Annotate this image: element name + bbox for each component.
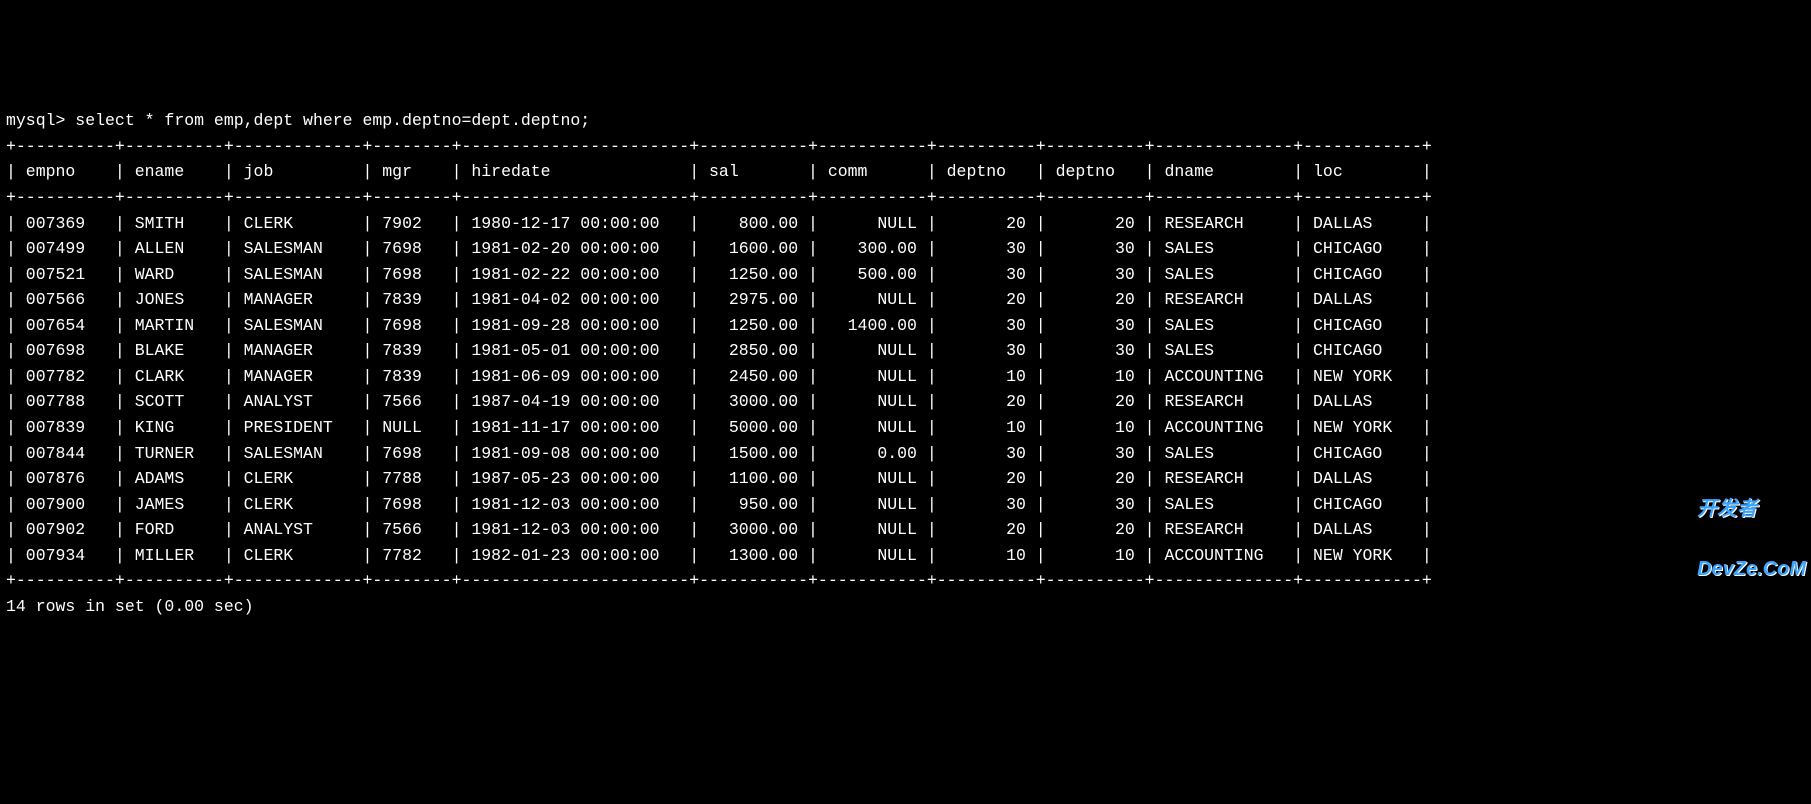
mysql-terminal-output: mysql> select * from emp,dept where emp.… <box>6 108 1805 619</box>
watermark: 开发者 DevZe.CoM <box>1697 459 1806 599</box>
watermark-line1: 开发者 <box>1697 499 1806 519</box>
watermark-line2: DevZe.CoM <box>1697 559 1806 579</box>
